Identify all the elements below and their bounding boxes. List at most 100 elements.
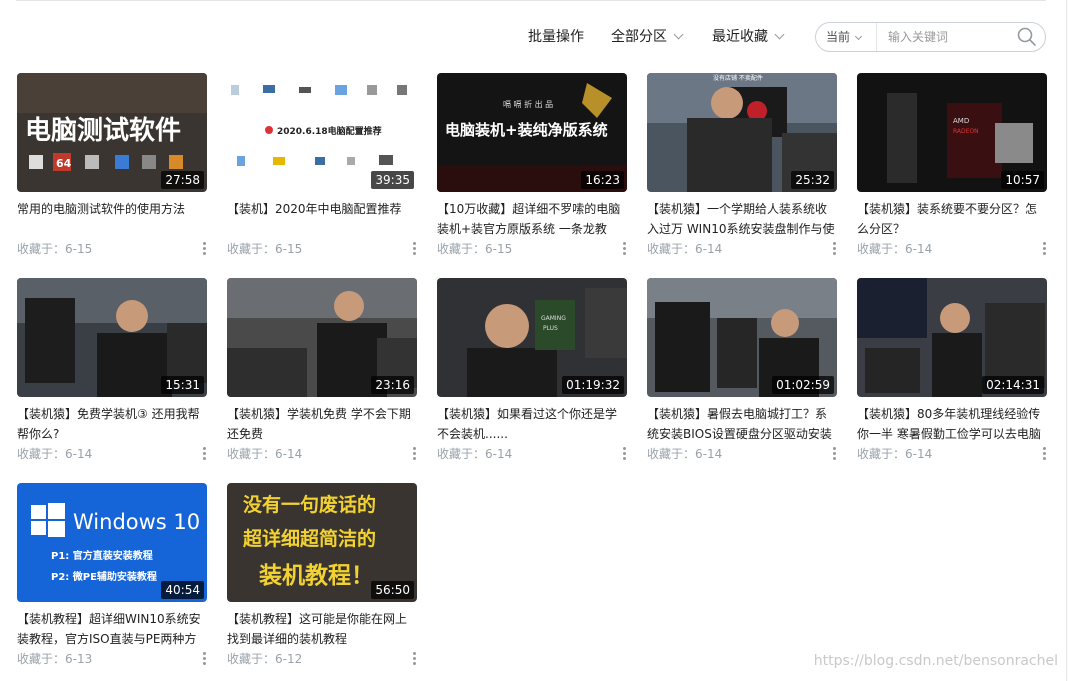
- favorited-date: 收藏于：6-15: [227, 240, 302, 258]
- video-title[interactable]: 【装机猿】装系统要不要分区？怎么分区？: [857, 199, 1047, 239]
- video-thumbnail[interactable]: Windows 10 P1: 官方直装安装教程 P2: 微PE辅助安装教程 40…: [17, 483, 207, 602]
- toolbar: 批量操作 全部分区 最近收藏 当前: [0, 22, 1068, 52]
- meta-prefix: 收藏于：: [857, 447, 906, 461]
- video-title[interactable]: 【装机猿】一个学期给人装系统收入过万 WIN10系统安装盘制作与使: [647, 199, 837, 239]
- search-scope-label: 当前: [826, 30, 851, 44]
- date-value: 6-12: [275, 652, 303, 666]
- video-title[interactable]: 【装机猿】学装机免费 学不会下期还免费: [227, 404, 417, 444]
- meta-prefix: 收藏于：: [437, 447, 486, 461]
- video-title[interactable]: 【装机猿】如果看过这个你还是学不会装机......: [437, 404, 627, 444]
- date-value: 6-15: [275, 242, 303, 256]
- video-thumbnail[interactable]: 15:31: [17, 278, 207, 397]
- video-card[interactable]: 嗝 嗝 折 出 品 电脑装机+装纯净版系统 16:23 【10万收藏】超详细不罗…: [437, 73, 627, 273]
- thumbnail-text: 2020.6.18电脑配置推荐: [277, 125, 382, 137]
- duration-badge: 25:32: [791, 171, 834, 189]
- video-title[interactable]: 【装机猿】免费学装机③ 还用我帮帮你么?: [17, 404, 207, 444]
- partition-label: 全部分区: [611, 29, 667, 45]
- favorited-date: 收藏于：6-13: [17, 650, 92, 668]
- video-title[interactable]: 【10万收藏】超详细不罗嗦的电脑装机+装官方原版系统 一条龙教: [437, 199, 627, 239]
- video-card[interactable]: 没有店铺 不卖配件 25:32 【装机猿】一个学期给人装系统收入过万 WIN10…: [647, 73, 837, 273]
- video-title[interactable]: 常用的电脑测试软件的使用方法: [17, 199, 207, 239]
- favorited-date: 收藏于：6-14: [647, 445, 722, 463]
- video-card[interactable]: Windows 10 P1: 官方直装安装教程 P2: 微PE辅助安装教程 40…: [17, 483, 207, 681]
- thumbnail-small-text: 没有店铺 不卖配件: [713, 74, 763, 82]
- video-thumbnail[interactable]: 2020.6.18电脑配置推荐 39:35: [227, 73, 417, 192]
- favorited-date: 收藏于：6-14: [227, 445, 302, 463]
- more-options-icon[interactable]: [1041, 242, 1047, 256]
- video-title[interactable]: 【装机猿】80多年装机理线经验传你一半 寒暑假勤工俭学可以去电脑: [857, 404, 1047, 444]
- video-thumbnail[interactable]: AMD RADEON 10:57: [857, 73, 1047, 192]
- more-options-icon[interactable]: [621, 242, 627, 256]
- video-thumbnail[interactable]: 没有店铺 不卖配件 25:32: [647, 73, 837, 192]
- chevron-down-icon: [854, 32, 863, 41]
- more-options-icon[interactable]: [621, 447, 627, 461]
- video-thumbnail[interactable]: 没有一句废话的 超详细超简洁的 装机教程！ 56:50: [227, 483, 417, 602]
- favorited-date: 收藏于：6-15: [17, 240, 92, 258]
- favorited-date: 收藏于：6-14: [647, 240, 722, 258]
- duration-badge: 01:02:59: [772, 376, 834, 394]
- video-card[interactable]: 电脑测试软件 64 27:58 常用的电脑测试软件的使用方法 收藏于：6-15: [17, 73, 207, 273]
- date-value: 6-14: [485, 447, 513, 461]
- meta-prefix: 收藏于：: [227, 652, 276, 666]
- more-options-icon[interactable]: [831, 447, 837, 461]
- video-thumbnail[interactable]: 23:16: [227, 278, 417, 397]
- video-thumbnail[interactable]: 电脑测试软件 64 27:58: [17, 73, 207, 192]
- thumbnail-small-text: AMD: [953, 117, 969, 125]
- date-value: 6-14: [695, 242, 723, 256]
- meta-prefix: 收藏于：: [17, 652, 66, 666]
- more-options-icon[interactable]: [201, 652, 207, 666]
- video-thumbnail[interactable]: 嗝 嗝 折 出 品 电脑装机+装纯净版系统 16:23: [437, 73, 627, 192]
- meta-prefix: 收藏于：: [227, 242, 276, 256]
- more-options-icon[interactable]: [201, 242, 207, 256]
- video-card[interactable]: 23:16 【装机猿】学装机免费 学不会下期还免费 收藏于：6-14: [227, 278, 417, 478]
- more-options-icon[interactable]: [411, 652, 417, 666]
- search-icon[interactable]: [1017, 27, 1037, 47]
- video-card[interactable]: 2020.6.18电脑配置推荐 39:35 【装机】2020年中电脑配置推荐 收…: [227, 73, 417, 273]
- video-thumbnail[interactable]: 02:14:31: [857, 278, 1047, 397]
- search-scope-dropdown[interactable]: 当前: [816, 23, 877, 51]
- sort-label: 最近收藏: [712, 29, 768, 45]
- search-input[interactable]: [878, 23, 1008, 51]
- more-options-icon[interactable]: [201, 447, 207, 461]
- meta-prefix: 收藏于：: [647, 447, 696, 461]
- search-box: 当前: [815, 22, 1046, 52]
- video-title[interactable]: 【装机】2020年中电脑配置推荐: [227, 199, 417, 239]
- meta-prefix: 收藏于：: [227, 447, 276, 461]
- thumbnail-small-text: PLUS: [543, 325, 558, 332]
- thumbnail-text: 电脑装机+装纯净版系统: [445, 121, 608, 139]
- video-card[interactable]: 02:14:31 【装机猿】80多年装机理线经验传你一半 寒暑假勤工俭学可以去电…: [857, 278, 1047, 478]
- video-card[interactable]: 15:31 【装机猿】免费学装机③ 还用我帮帮你么? 收藏于：6-14: [17, 278, 207, 478]
- video-title[interactable]: 【装机教程】这可能是你能在网上找到最详细的装机教程: [227, 609, 417, 649]
- thumbnail-text: 电脑测试软件: [25, 116, 181, 146]
- date-value: 6-14: [905, 242, 933, 256]
- scrollbar-track[interactable]: [1066, 0, 1067, 681]
- partition-dropdown[interactable]: 全部分区: [611, 22, 684, 52]
- favorited-date: 收藏于：6-14: [857, 240, 932, 258]
- video-card[interactable]: 没有一句废话的 超详细超简洁的 装机教程！ 56:50 【装机教程】这可能是你能…: [227, 483, 417, 681]
- video-card[interactable]: GAMING PLUS 01:19:32 【装机猿】如果看过这个你还是学不会装机…: [437, 278, 627, 478]
- duration-badge: 23:16: [371, 376, 414, 394]
- video-card[interactable]: AMD RADEON 10:57 【装机猿】装系统要不要分区？怎么分区？ 收藏于…: [857, 73, 1047, 273]
- thumbnail-small-text: 嗝 嗝 折 出 品: [503, 99, 553, 109]
- thumbnail-text: P2: 微PE辅助安装教程: [51, 570, 157, 583]
- video-thumbnail[interactable]: GAMING PLUS 01:19:32: [437, 278, 627, 397]
- video-card[interactable]: 01:02:59 【装机猿】暑假去电脑城打工？系统安装BIOS设置硬盘分区驱动安…: [647, 278, 837, 478]
- date-value: 6-15: [65, 242, 93, 256]
- sort-dropdown[interactable]: 最近收藏: [712, 22, 785, 52]
- video-title[interactable]: 【装机教程】超详细WIN10系统安装教程，官方ISO直装与PE两种方: [17, 609, 207, 649]
- video-thumbnail[interactable]: 01:02:59: [647, 278, 837, 397]
- more-options-icon[interactable]: [411, 242, 417, 256]
- more-options-icon[interactable]: [411, 447, 417, 461]
- duration-badge: 56:50: [371, 581, 414, 599]
- more-options-icon[interactable]: [1041, 447, 1047, 461]
- date-value: 6-14: [65, 447, 93, 461]
- date-value: 6-14: [905, 447, 933, 461]
- batch-operation-button[interactable]: 批量操作: [528, 22, 584, 52]
- more-options-icon[interactable]: [831, 242, 837, 256]
- video-title[interactable]: 【装机猿】暑假去电脑城打工？系统安装BIOS设置硬盘分区驱动安装: [647, 404, 837, 444]
- favorited-date: 收藏于：6-14: [17, 445, 92, 463]
- thumbnail-text: Windows 10: [73, 510, 200, 534]
- thumbnail-text: 超详细超简洁的: [242, 527, 376, 550]
- date-value: 6-14: [695, 447, 723, 461]
- favorited-date: 收藏于：6-15: [437, 240, 512, 258]
